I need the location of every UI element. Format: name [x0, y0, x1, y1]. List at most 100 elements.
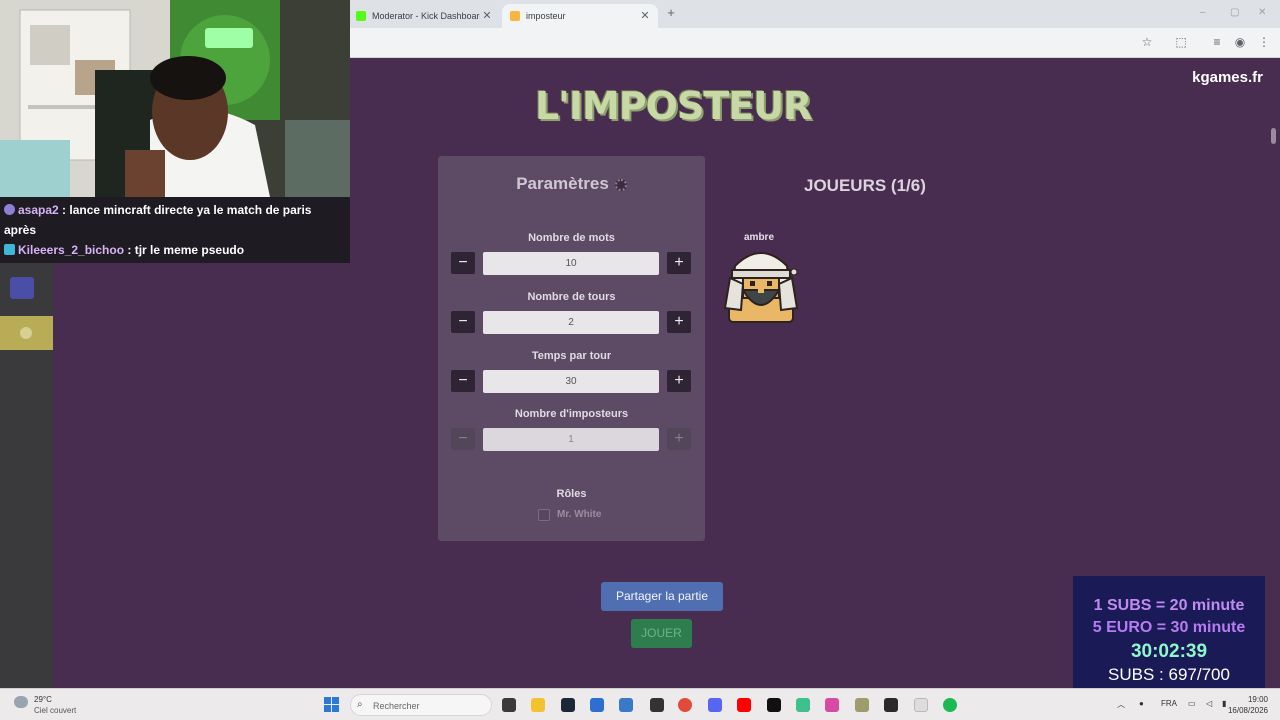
subathon-box: 1 SUBS = 20 minute 5 EURO = 30 minute 30…: [1073, 576, 1265, 691]
profile-icon[interactable]: ◉: [1233, 35, 1247, 49]
app-icon[interactable]: [650, 698, 664, 712]
app-icon[interactable]: [855, 698, 869, 712]
volume-icon[interactable]: ◁: [1206, 699, 1212, 708]
player-name: ambre: [744, 232, 775, 243]
share-game-button[interactable]: Partager la partie: [601, 582, 723, 611]
rounds-decrement-button[interactable]: −: [451, 311, 475, 333]
player-avatar-icon: [723, 252, 799, 323]
store-icon[interactable]: [590, 698, 604, 712]
site-brand[interactable]: kgames.fr: [1192, 69, 1263, 86]
impostors-count-input[interactable]: 1: [483, 428, 659, 451]
subathon-timer: 30:02:39: [1130, 641, 1208, 662]
mr-white-label[interactable]: Mr. White: [557, 509, 601, 520]
turn-time-decrement-button[interactable]: −: [451, 370, 475, 392]
battery-icon[interactable]: ▮: [1222, 699, 1226, 708]
scrollbar[interactable]: [1271, 128, 1276, 144]
clock-date: 16/08/2026: [1227, 706, 1268, 715]
rounds-increment-button[interactable]: +: [667, 311, 691, 333]
chrome-icon[interactable]: [678, 698, 692, 712]
new-tab-button[interactable]: +: [664, 6, 678, 20]
stream-chat: asapa2 : lance mincraft directe ya le ma…: [0, 197, 350, 263]
tab-imposteur[interactable]: imposteur ✕: [502, 4, 658, 28]
webcam-image: [0, 0, 350, 197]
blue-widget-icon: [10, 277, 34, 299]
close-tab-icon[interactable]: ✕: [638, 9, 652, 23]
close-tab-icon[interactable]: ✕: [480, 9, 494, 23]
app-icon[interactable]: [619, 698, 633, 712]
weather-cloud-icon[interactable]: [14, 696, 28, 708]
chat-username: Kileeers_2_bichoo: [18, 243, 125, 257]
gear-icon[interactable]: [614, 178, 627, 191]
overlay-left-strip: [0, 263, 53, 688]
star-icon: [20, 327, 32, 339]
game-favicon-icon: [510, 11, 520, 21]
words-increment-button[interactable]: +: [667, 252, 691, 274]
tray-chevron-icon[interactable]: ︿: [1117, 699, 1125, 710]
menu-icon[interactable]: ⋮: [1257, 35, 1271, 49]
task-view-icon[interactable]: [502, 698, 516, 712]
file-explorer-icon[interactable]: [531, 698, 545, 712]
discord-icon[interactable]: [708, 698, 722, 712]
chat-text: : tjr le meme pseudo: [124, 243, 245, 257]
microphone-icon[interactable]: ●: [1139, 699, 1144, 708]
media-controls-icon[interactable]: ≡: [1210, 35, 1224, 49]
steam-icon[interactable]: [561, 698, 575, 712]
chat-badge-icon: [4, 204, 15, 215]
words-decrement-button[interactable]: −: [451, 252, 475, 274]
tab-kick-dashboard[interactable]: Moderator - Kick Dashboard ✕: [348, 4, 500, 28]
epic-games-icon[interactable]: [884, 698, 898, 712]
weather-desc[interactable]: Ciel couvert: [34, 706, 76, 715]
tab-label: Moderator - Kick Dashboard: [372, 11, 480, 21]
turn-time-increment-button[interactable]: +: [667, 370, 691, 392]
taskbar-search[interactable]: ⌕ Rechercher: [350, 694, 492, 716]
subs-count: SUBS : 697/700: [1108, 665, 1230, 684]
spotify-icon[interactable]: [943, 698, 957, 712]
players-title: JOUEURS (1/6): [804, 176, 926, 195]
settings-title-text: Paramètres: [516, 174, 609, 193]
search-placeholder: Rechercher: [373, 701, 420, 711]
extensions-icon[interactable]: ⬚: [1174, 35, 1188, 49]
chat-message: Kileeers_2_bichoo : tjr le meme pseudo: [4, 240, 346, 260]
language-indicator[interactable]: FRA: [1161, 699, 1177, 708]
windows-start-icon[interactable]: [324, 697, 339, 712]
webcam-feed: [0, 0, 350, 197]
maximize-icon[interactable]: ▢: [1230, 7, 1239, 18]
rounds-count-input[interactable]: 2: [483, 311, 659, 334]
taskbar: 29°C Ciel couvert ⌕ Rechercher ︿ ● FRA ▭…: [0, 688, 1280, 720]
yellow-widget: [0, 316, 53, 350]
subs-rule: 1 SUBS = 20 minute: [1093, 597, 1245, 614]
impostors-decrement-button[interactable]: −: [451, 428, 475, 450]
mr-white-checkbox[interactable]: [538, 509, 550, 521]
bookmark-star-icon[interactable]: ☆: [1140, 35, 1154, 49]
network-icon[interactable]: ▭: [1188, 699, 1196, 708]
search-icon: ⌕: [357, 699, 363, 710]
rounds-count-label: Nombre de tours: [527, 291, 616, 303]
minimize-icon[interactable]: –: [1200, 7, 1206, 18]
impostors-increment-button[interactable]: +: [667, 428, 691, 450]
weather-temp[interactable]: 29°C: [34, 695, 52, 704]
clock-time: 19:00: [1247, 695, 1268, 704]
play-button[interactable]: JOUER: [631, 619, 692, 648]
roles-label: Rôles: [556, 488, 587, 500]
chat-username: asapa2: [18, 203, 59, 217]
audio-app-icon[interactable]: [796, 698, 810, 712]
turn-time-label: Temps par tour: [531, 350, 612, 362]
chat-message: asapa2 : lance mincraft directe ya le ma…: [4, 200, 346, 240]
turn-time-input[interactable]: 30: [483, 370, 659, 393]
document-icon[interactable]: [914, 698, 928, 712]
game-logo: L'IMPOSTEUR: [535, 84, 812, 128]
euro-rule: 5 EURO = 30 minute: [1092, 619, 1246, 636]
words-count-label: Nombre de mots: [528, 232, 615, 244]
settings-panel: Paramètres Nombre de mots − 10 + Nombre …: [438, 156, 705, 541]
youtube-icon[interactable]: [737, 698, 751, 712]
impostors-count-label: Nombre d'imposteurs: [514, 408, 629, 420]
words-count-input[interactable]: 10: [483, 252, 659, 275]
close-window-icon[interactable]: ✕: [1258, 7, 1266, 18]
system-clock[interactable]: 19:00 16/08/2026: [1228, 694, 1268, 716]
app-icon[interactable]: [825, 698, 839, 712]
chat-badge-icon: [4, 244, 15, 255]
tiktok-icon[interactable]: [767, 698, 781, 712]
kick-favicon-icon: [356, 11, 366, 21]
tab-label: imposteur: [526, 11, 566, 21]
settings-title: Paramètres: [438, 174, 705, 194]
